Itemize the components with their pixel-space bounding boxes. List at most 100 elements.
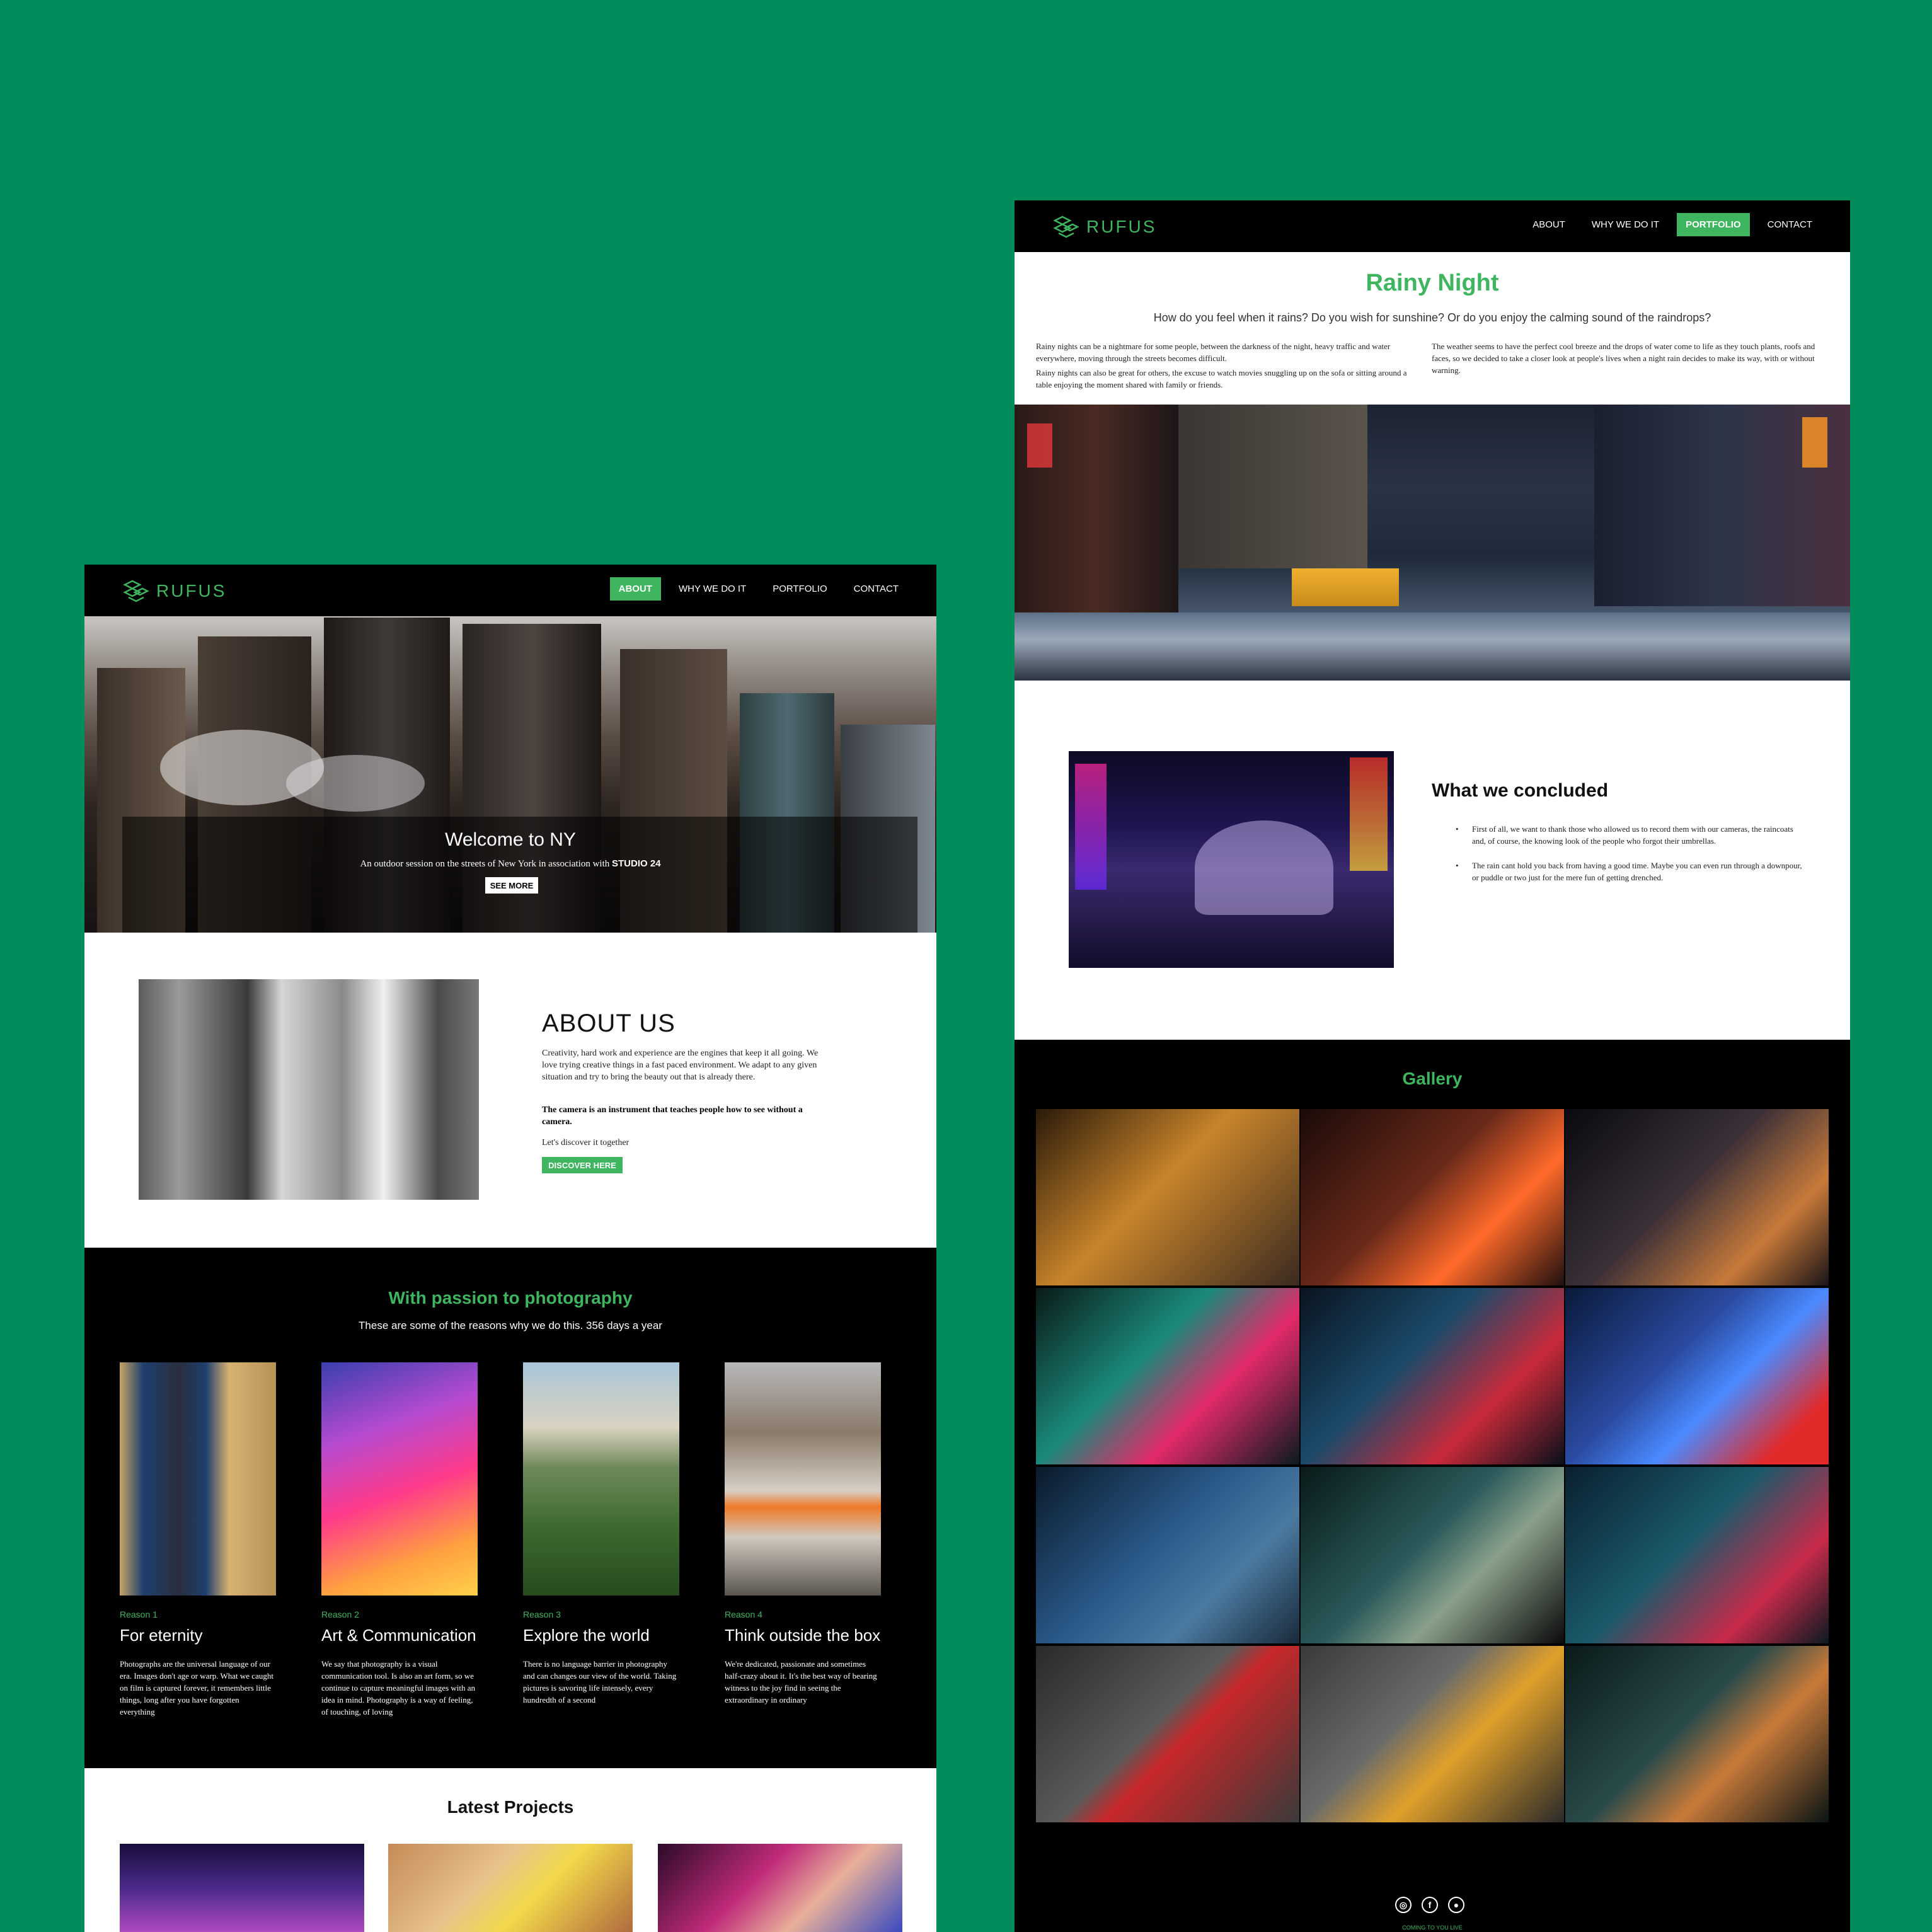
reasons-section: With passion to photography These are so… bbox=[84, 1248, 936, 1768]
facebook-icon[interactable]: f bbox=[1422, 1897, 1438, 1913]
photo-neon bbox=[1350, 757, 1388, 871]
photo-bus bbox=[1292, 568, 1399, 606]
bullet-icon: • bbox=[1456, 861, 1459, 870]
list-item: • First of all, we want to thank those w… bbox=[1456, 823, 1808, 847]
about-link-text: Let's discover it together bbox=[542, 1138, 630, 1147]
bullet-icon: • bbox=[1456, 824, 1459, 834]
gallery-image[interactable] bbox=[1565, 1467, 1829, 1643]
photo-neon bbox=[1027, 423, 1052, 468]
gallery-image[interactable] bbox=[1036, 1646, 1299, 1822]
reason-number: Reason 4 bbox=[725, 1609, 762, 1619]
reasons-subtitle: These are some of the reasons why we do … bbox=[359, 1320, 662, 1331]
logo-icon bbox=[1053, 216, 1079, 238]
reason-text: Photographs are the universal language o… bbox=[120, 1659, 273, 1716]
reason-card: Reason 4 Think outside the box We're ded… bbox=[725, 1362, 881, 1706]
list-item-text: First of all, we want to thank those who… bbox=[1472, 824, 1793, 846]
gallery-image[interactable] bbox=[1036, 1109, 1299, 1285]
rainy-street-photo bbox=[1015, 405, 1850, 681]
reason-card: Reason 2 Art & Communication We say that… bbox=[321, 1362, 478, 1718]
reason-photo bbox=[523, 1362, 679, 1596]
gallery-image[interactable] bbox=[1036, 1288, 1299, 1464]
nav-portfolio[interactable]: PORTFOLIO bbox=[764, 577, 836, 601]
gallery-image[interactable] bbox=[1301, 1288, 1564, 1464]
gallery-image[interactable] bbox=[1301, 1646, 1564, 1822]
logo[interactable]: RUFUS bbox=[122, 577, 226, 605]
nav-about[interactable]: ABOUT bbox=[1524, 213, 1574, 236]
photo-building bbox=[1178, 405, 1367, 568]
about-quote: The camera is an instrument that teaches… bbox=[542, 1105, 803, 1127]
latest-projects-title: Latest Projects bbox=[447, 1797, 574, 1817]
concluded-title: What we concluded bbox=[1432, 780, 1609, 801]
page-title: Rainy Night bbox=[1366, 270, 1499, 296]
reason-photo bbox=[120, 1362, 276, 1596]
nav-why-we-do-it[interactable]: WHY WE DO IT bbox=[670, 577, 755, 601]
gallery-image[interactable] bbox=[1036, 1467, 1299, 1643]
nav-about[interactable]: ABOUT bbox=[609, 577, 661, 601]
reason-number: Reason 1 bbox=[120, 1609, 158, 1619]
reason-text: We're dedicated, passionate and sometime… bbox=[725, 1659, 877, 1705]
main-menu: ABOUT WHY WE DO IT PORTFOLIO CONTACT bbox=[1524, 213, 1821, 236]
see-more-button[interactable]: SEE MORE bbox=[485, 877, 538, 894]
intro-column-right: The weather seems to have the perfect co… bbox=[1432, 340, 1816, 379]
intro-paragraph: Rainy nights can be a nightmare for some… bbox=[1036, 342, 1391, 363]
gallery-image[interactable] bbox=[1301, 1109, 1564, 1285]
reason-text: There is no language barrier in photogra… bbox=[523, 1659, 677, 1705]
page-subtitle: How do you feel when it rains? Do you wi… bbox=[1153, 311, 1711, 324]
photo-umbrella bbox=[1195, 820, 1333, 915]
reason-card: Reason 1 For eternity Photographs are th… bbox=[120, 1362, 276, 1718]
reason-title: Think outside the box bbox=[725, 1626, 881, 1645]
portfolio-page-mockup: RUFUS ABOUT WHY WE DO IT PORTFOLIO CONTA… bbox=[1015, 200, 1850, 1932]
umbrella-photo bbox=[1069, 751, 1394, 968]
logo-text: RUFUS bbox=[1086, 217, 1157, 236]
about-page-mockup: RUFUS ABOUT WHY WE DO IT PORTFOLIO CONTA… bbox=[84, 565, 936, 1932]
reason-title: For eternity bbox=[120, 1626, 203, 1645]
steam-cloud bbox=[286, 755, 425, 812]
reason-text: We say that photography is a visual comm… bbox=[321, 1659, 476, 1716]
top-navbar: RUFUS ABOUT WHY WE DO IT PORTFOLIO CONTA… bbox=[84, 565, 936, 616]
hero-subtitle-text: An outdoor session on the streets of New… bbox=[360, 859, 610, 869]
reason-photo bbox=[321, 1362, 478, 1596]
photo-neon bbox=[1075, 764, 1107, 890]
intro-paragraph: The weather seems to have the perfect co… bbox=[1432, 342, 1815, 375]
intro-column-left: Rainy nights can be a nightmare for some… bbox=[1036, 340, 1420, 393]
about-paragraph: Creativity, hard work and experience are… bbox=[542, 1049, 819, 1082]
reasons-title: With passion to photography bbox=[388, 1288, 633, 1308]
reason-title: Art & Communication bbox=[321, 1626, 476, 1645]
intro-paragraph: Rainy nights can also be great for other… bbox=[1036, 368, 1407, 389]
reason-number: Reason 3 bbox=[523, 1609, 561, 1619]
logo[interactable]: RUFUS bbox=[1052, 213, 1156, 241]
reason-title: Explore the world bbox=[523, 1626, 650, 1645]
logo-icon bbox=[123, 580, 149, 602]
gallery-image[interactable] bbox=[1301, 1467, 1564, 1643]
project-thumbnail[interactable] bbox=[120, 1844, 364, 1932]
photo-street-reflection bbox=[1015, 612, 1850, 681]
list-item: • The rain cant hold you back from havin… bbox=[1456, 860, 1808, 883]
nav-contact[interactable]: CONTACT bbox=[845, 577, 907, 601]
discover-here-button[interactable]: DISCOVER HERE bbox=[542, 1157, 623, 1173]
hero-subtitle: An outdoor session on the streets of New… bbox=[84, 858, 936, 870]
main-menu: ABOUT WHY WE DO IT PORTFOLIO CONTACT bbox=[609, 577, 907, 601]
hero-banner: Welcome to NY An outdoor session on the … bbox=[84, 616, 936, 933]
gallery-section: Gallery bbox=[1015, 1040, 1850, 1932]
about-title: ABOUT US bbox=[542, 1009, 676, 1037]
gallery-image[interactable] bbox=[1565, 1646, 1829, 1822]
gallery-image[interactable] bbox=[1565, 1288, 1829, 1464]
concluded-list: • First of all, we want to thank those w… bbox=[1456, 823, 1808, 896]
instagram-icon[interactable]: ◎ bbox=[1395, 1897, 1412, 1913]
photo-neon bbox=[1802, 417, 1827, 468]
hero-subtitle-studio: STUDIO 24 bbox=[612, 858, 661, 869]
footer-note: COMING TO YOU LIVE bbox=[1402, 1924, 1463, 1931]
logo-text: RUFUS bbox=[156, 581, 227, 601]
nav-why-we-do-it[interactable]: WHY WE DO IT bbox=[1583, 213, 1668, 236]
project-thumbnail[interactable] bbox=[388, 1844, 633, 1932]
about-photo bbox=[139, 979, 479, 1200]
gallery-title: Gallery bbox=[1402, 1069, 1463, 1088]
top-navbar: RUFUS ABOUT WHY WE DO IT PORTFOLIO CONTA… bbox=[1015, 200, 1850, 252]
nav-contact[interactable]: CONTACT bbox=[1759, 213, 1821, 236]
gallery-image[interactable] bbox=[1565, 1109, 1829, 1285]
camera-icon[interactable]: ● bbox=[1448, 1897, 1464, 1913]
reason-number: Reason 2 bbox=[321, 1609, 359, 1619]
project-thumbnail[interactable] bbox=[658, 1844, 902, 1932]
nav-portfolio[interactable]: PORTFOLIO bbox=[1677, 213, 1750, 236]
reason-photo bbox=[725, 1362, 881, 1596]
